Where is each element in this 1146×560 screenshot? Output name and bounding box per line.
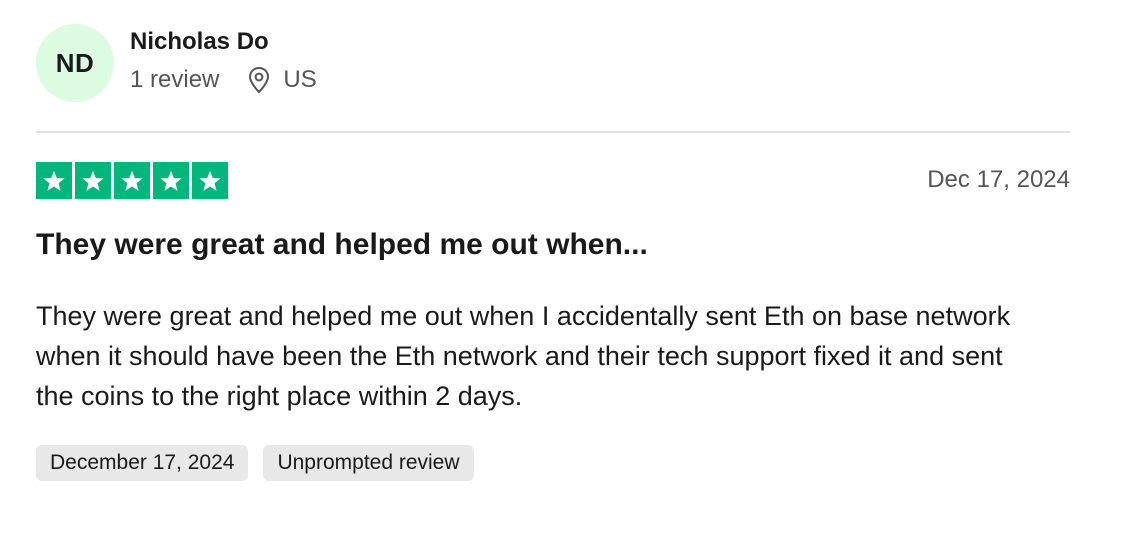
star-icon	[114, 162, 150, 199]
star-icon	[75, 162, 111, 199]
location-pin-icon	[247, 66, 271, 94]
review-count: 1 review	[130, 66, 220, 93]
review-body: They were great and helped me out when I…	[36, 301, 1011, 411]
review-tag: December 17, 2024	[36, 445, 249, 481]
avatar[interactable]: ND	[36, 24, 114, 102]
divider	[36, 131, 1070, 133]
review-title[interactable]: They were great and helped me out when..…	[36, 228, 648, 262]
star-icon	[153, 162, 189, 199]
review-tag: Unprompted review	[263, 445, 474, 481]
reviewer-header: ND Nicholas Do 1 review US	[36, 24, 1070, 104]
review-date: Dec 17, 2024	[927, 166, 1070, 193]
star-icon	[192, 162, 228, 199]
review-card: ND Nicholas Do 1 review US Dec 17, 2024 …	[36, 0, 1070, 560]
star-icon	[36, 162, 72, 199]
reviewer-name[interactable]: Nicholas Do	[130, 28, 269, 56]
reviewer-meta: 1 review US	[130, 66, 317, 94]
review-tags: December 17, 2024 Unprompted review	[36, 445, 474, 481]
reviewer-country: US	[283, 66, 317, 93]
star-rating	[36, 162, 228, 199]
